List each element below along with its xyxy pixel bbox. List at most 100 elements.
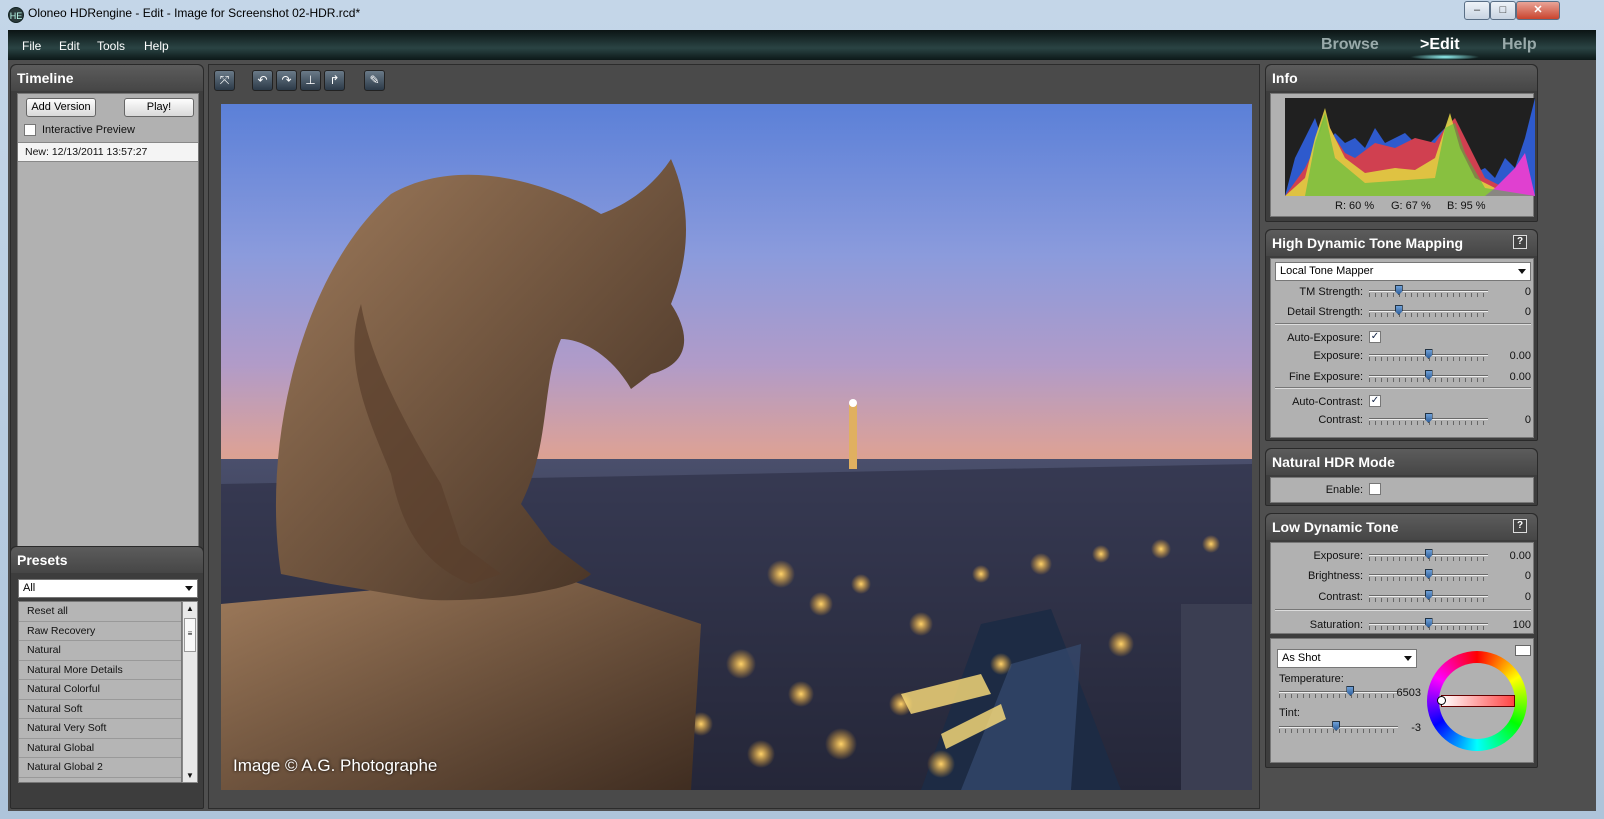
ldt-controls: Exposure: 0.00 Brightness: 0 Contrast: 0… bbox=[1270, 542, 1534, 634]
temperature-label: Temperature: bbox=[1279, 673, 1344, 685]
white-balance-value: As Shot bbox=[1282, 652, 1321, 664]
histogram-b: B: 95 % bbox=[1447, 200, 1486, 212]
brightness-value: 0 bbox=[1524, 570, 1531, 582]
menu-edit[interactable]: Edit bbox=[59, 39, 80, 53]
exposure-slider[interactable] bbox=[1369, 349, 1488, 361]
color-wheel-handle[interactable] bbox=[1437, 696, 1446, 705]
ldt-contrast-value: 0 bbox=[1524, 591, 1531, 603]
flip-icon[interactable]: ⊥ bbox=[300, 70, 321, 91]
tint-label: Tint: bbox=[1279, 707, 1300, 719]
presets-title: Presets bbox=[11, 547, 203, 573]
ldt-panel: Low Dynamic Tone? Exposure: 0.00 Brightn… bbox=[1265, 513, 1538, 768]
chevron-down-icon bbox=[185, 586, 193, 591]
scroll-up-icon[interactable]: ▲ bbox=[186, 604, 194, 613]
saturation-value: 100 bbox=[1512, 619, 1531, 631]
menu-bar: File Edit Tools Help Browse >Edit Help bbox=[8, 30, 1596, 60]
contrast-value: 0 bbox=[1524, 414, 1531, 426]
exposure-value: 0.00 bbox=[1509, 350, 1531, 362]
close-button[interactable]: ✕ bbox=[1516, 1, 1560, 20]
oloneo-icon: HE bbox=[8, 7, 24, 23]
timeline-version-item[interactable]: New: 12/13/2011 13:57:27 bbox=[18, 142, 198, 162]
photo-illustration bbox=[221, 159, 1252, 790]
brightness-slider[interactable] bbox=[1369, 569, 1488, 581]
ldt-contrast-label: Contrast: bbox=[1318, 591, 1363, 603]
histogram-g: G: 67 % bbox=[1391, 200, 1431, 212]
color-swatch[interactable] bbox=[1515, 645, 1531, 656]
auto-exposure-checkbox[interactable]: ✓ bbox=[1369, 331, 1381, 343]
presets-scrollbar[interactable]: ▲ ≡ ▼ bbox=[182, 601, 198, 783]
preset-item[interactable]: Natural Soft bbox=[19, 700, 181, 719]
ldt-contrast-slider[interactable] bbox=[1369, 590, 1488, 602]
timeline-area: Add Version Play! Interactive Preview Ne… bbox=[17, 93, 199, 555]
app-window: HE Oloneo HDRengine - Edit - Image for S… bbox=[0, 0, 1604, 819]
rotate-right-icon[interactable]: ↷ bbox=[276, 70, 297, 91]
presets-list: Reset all Raw Recovery Natural Natural M… bbox=[18, 601, 182, 783]
menu-file[interactable]: File bbox=[22, 39, 41, 53]
preset-item[interactable]: Natural Colorful bbox=[19, 680, 181, 700]
main-frame: File Edit Tools Help Browse >Edit Help T… bbox=[8, 30, 1596, 811]
natural-hdr-panel: Natural HDR Mode Enable: bbox=[1265, 448, 1538, 506]
temperature-value: 6503 bbox=[1396, 687, 1421, 699]
mode-help[interactable]: Help bbox=[1502, 36, 1537, 54]
presets-filter-dropdown[interactable]: All bbox=[18, 579, 198, 598]
menu-tools[interactable]: Tools bbox=[97, 39, 125, 53]
natural-hdr-enable-checkbox[interactable] bbox=[1369, 483, 1381, 495]
timeline-panel: Timeline Add Version Play! Interactive P… bbox=[10, 64, 204, 562]
add-version-button[interactable]: Add Version bbox=[26, 98, 96, 117]
tone-mapper-value: Local Tone Mapper bbox=[1280, 265, 1374, 277]
tm-strength-slider[interactable] bbox=[1369, 285, 1488, 297]
color-wheel-indicator bbox=[1441, 695, 1515, 707]
maximize-button[interactable]: □ bbox=[1490, 1, 1516, 20]
interactive-preview-checkbox[interactable] bbox=[24, 124, 36, 136]
play-button[interactable]: Play! bbox=[124, 98, 194, 117]
help-icon[interactable]: ? bbox=[1513, 235, 1527, 249]
ldt-title-text: Low Dynamic Tone bbox=[1272, 519, 1399, 535]
detail-strength-value: 0 bbox=[1524, 306, 1531, 318]
divider bbox=[1275, 323, 1531, 325]
contrast-label: Contrast: bbox=[1318, 414, 1363, 426]
white-balance-dropdown[interactable]: As Shot bbox=[1277, 649, 1417, 668]
eyedropper-icon[interactable]: ✎ bbox=[364, 70, 385, 91]
tone-mapper-dropdown[interactable]: Local Tone Mapper bbox=[1275, 262, 1531, 281]
preset-item[interactable]: Natural Global bbox=[19, 739, 181, 758]
preset-item[interactable]: Reset all bbox=[19, 602, 181, 622]
tm-strength-value: 0 bbox=[1524, 286, 1531, 298]
chevron-down-icon bbox=[1518, 269, 1526, 274]
preset-item[interactable]: Natural bbox=[19, 641, 181, 661]
preset-item[interactable]: Natural Very Soft bbox=[19, 719, 181, 739]
presets-panel: Presets All Reset all Raw Recovery Natur… bbox=[10, 546, 204, 809]
help-icon[interactable]: ? bbox=[1513, 519, 1527, 533]
menu-help[interactable]: Help bbox=[144, 39, 169, 53]
mode-browse[interactable]: Browse bbox=[1321, 36, 1379, 54]
interactive-preview-label: Interactive Preview bbox=[42, 124, 135, 136]
scroll-thumb[interactable]: ≡ bbox=[184, 618, 196, 652]
exposure-label: Exposure: bbox=[1313, 350, 1363, 362]
rotate-left-icon[interactable]: ↶ bbox=[252, 70, 273, 91]
natural-hdr-enable-label: Enable: bbox=[1325, 484, 1363, 496]
scroll-down-icon[interactable]: ▼ bbox=[186, 771, 194, 780]
minimize-button[interactable]: – bbox=[1464, 1, 1490, 20]
rotate-icon[interactable]: ↱ bbox=[324, 70, 345, 91]
auto-contrast-checkbox[interactable]: ✓ bbox=[1369, 395, 1381, 407]
contrast-slider[interactable] bbox=[1369, 413, 1488, 425]
image-preview[interactable]: Image © A.G. Photographe bbox=[221, 104, 1252, 790]
image-watermark: Image © A.G. Photographe bbox=[233, 756, 438, 775]
natural-hdr-title: Natural HDR Mode bbox=[1266, 449, 1537, 475]
preset-item[interactable]: Natural More Details bbox=[19, 661, 181, 680]
hdtm-controls: Local Tone Mapper TM Strength: 0 Detail … bbox=[1270, 258, 1534, 438]
window-title: Oloneo HDRengine - Edit - Image for Scre… bbox=[28, 6, 361, 20]
saturation-slider[interactable] bbox=[1369, 618, 1488, 630]
color-wheel[interactable] bbox=[1427, 651, 1527, 751]
preset-item[interactable]: Raw Recovery bbox=[19, 622, 181, 641]
white-balance-area: As Shot Temperature: 6503 Tint: -3 bbox=[1270, 638, 1534, 763]
fine-exposure-slider[interactable] bbox=[1369, 370, 1488, 382]
detail-strength-slider[interactable] bbox=[1369, 305, 1488, 317]
ldt-exposure-value: 0.00 bbox=[1509, 550, 1531, 562]
preset-item[interactable]: Natural Global 2 bbox=[19, 758, 181, 778]
histogram-r: R: 60 % bbox=[1335, 200, 1375, 212]
fit-icon[interactable]: ⤧ bbox=[214, 70, 235, 91]
mode-edit[interactable]: >Edit bbox=[1420, 36, 1460, 54]
histogram-area: R: 60 % G: 67 % B: 95 % bbox=[1270, 93, 1535, 217]
ldt-exposure-slider[interactable] bbox=[1369, 549, 1488, 561]
hdtm-panel: High Dynamic Tone Mapping? Local Tone Ma… bbox=[1265, 229, 1538, 441]
